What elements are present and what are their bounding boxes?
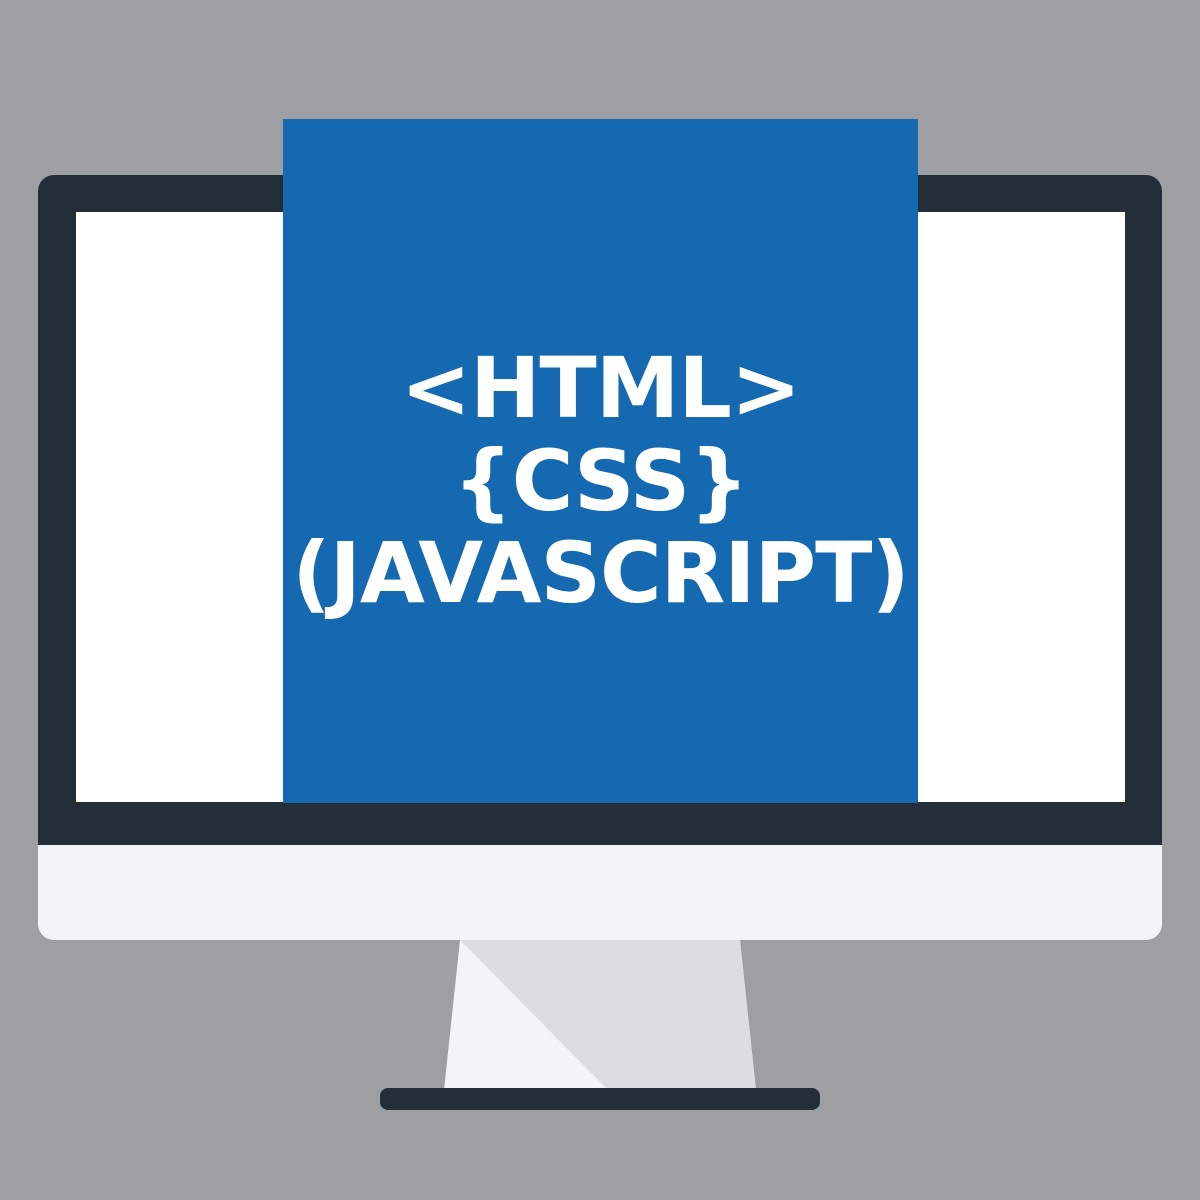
javascript-parens-text: (JAVASCRIPT) [292,524,910,623]
code-card: <HTML> {CSS} (JAVASCRIPT) [283,119,918,803]
css-braces-text: {CSS} [452,431,749,530]
illustration: { "illustration": { "subject": "desktop-… [0,0,1200,1200]
html-tag-text: <HTML> [400,339,801,438]
stand-base [380,1088,820,1110]
